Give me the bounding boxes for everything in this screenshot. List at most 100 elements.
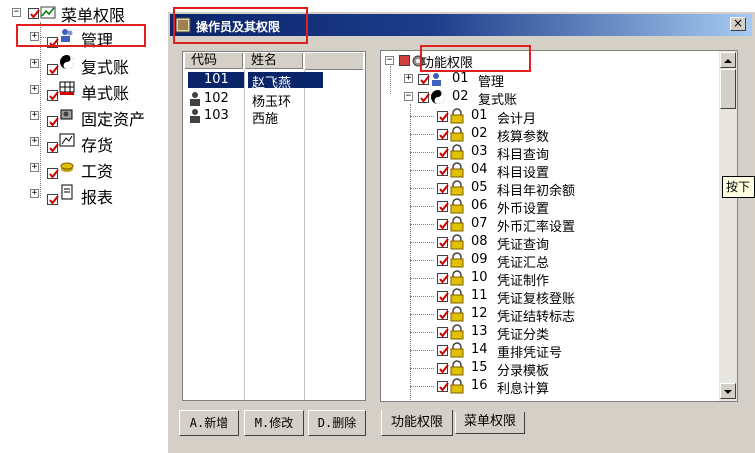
tooltip-fragment: 按下 xyxy=(722,176,755,198)
function-row[interactable]: 10 凭证制作 xyxy=(381,269,711,289)
function-row[interactable]: 03 科目查询 xyxy=(381,143,711,163)
tab-menu-permissions[interactable]: 菜单权限 xyxy=(455,412,525,434)
tab-function-permissions[interactable]: 功能权限 xyxy=(381,410,453,436)
lock-icon xyxy=(450,180,464,196)
function-row[interactable]: 12 凭证结转标志 xyxy=(381,305,711,325)
menu-item-single-entry[interactable]: 单式账 xyxy=(81,80,129,104)
function-row[interactable]: 01 会计月 xyxy=(381,107,711,127)
yin-yang-icon xyxy=(60,55,74,69)
function-row[interactable]: 16 利息计算 xyxy=(381,377,711,397)
lock-icon xyxy=(450,270,464,286)
function-row[interactable]: 13 凭证分类 xyxy=(381,323,711,343)
tree-expander[interactable]: + xyxy=(30,137,39,146)
function-row[interactable]: 07 外币汇率设置 xyxy=(381,215,711,235)
menu-item-inventory[interactable]: 存货 xyxy=(81,132,113,156)
scroll-thumb[interactable] xyxy=(720,69,736,109)
function-row[interactable]: 15 分录模板 xyxy=(381,359,711,379)
function-checkbox[interactable] xyxy=(437,183,449,194)
scroll-up-button[interactable] xyxy=(720,52,736,68)
function-code: 01 xyxy=(471,108,488,123)
tree-expander[interactable]: + xyxy=(30,111,39,120)
lock-icon xyxy=(450,288,464,304)
function-row[interactable]: 02 核算参数 xyxy=(381,125,711,145)
tree-checkbox[interactable] xyxy=(47,90,59,101)
function-code: 07 xyxy=(471,216,488,231)
function-checkbox[interactable] xyxy=(437,201,449,212)
tree-checkbox[interactable] xyxy=(47,64,59,75)
vertical-scrollbar[interactable] xyxy=(719,51,737,401)
function-checkbox[interactable] xyxy=(437,381,449,392)
edit-button[interactable]: M.修改 xyxy=(244,410,304,436)
function-row[interactable]: 09 凭证汇总 xyxy=(381,251,711,271)
function-checkbox[interactable] xyxy=(437,219,449,230)
add-button[interactable]: A.新增 xyxy=(179,410,239,436)
tree-expander[interactable]: + xyxy=(404,74,413,83)
table-row[interactable]: 101 赵飞燕 xyxy=(186,71,358,91)
function-row[interactable]: 04 科目设置 xyxy=(381,161,711,181)
module-name[interactable]: 管理 xyxy=(478,71,504,90)
tree-connector xyxy=(40,22,41,198)
lock-icon xyxy=(450,324,464,340)
table-header-name[interactable]: 姓名 xyxy=(245,53,303,69)
function-row[interactable]: 14 重排凭证号 xyxy=(381,341,711,361)
function-checkbox[interactable] xyxy=(437,237,449,248)
tree-checkbox[interactable] xyxy=(47,142,59,153)
tree-expander[interactable]: + xyxy=(30,189,39,198)
menu-root-label: 菜单权限 xyxy=(61,6,126,25)
permission-tree-panel: − 功能权限 + 01 管理 − 02 复式账 01 会计月 02 核算参数 03 科目查… xyxy=(380,50,738,402)
table-header-code[interactable]: 代码 xyxy=(185,53,243,69)
tree-expander[interactable]: + xyxy=(30,163,39,172)
scroll-down-button[interactable] xyxy=(720,383,736,399)
function-checkbox[interactable] xyxy=(437,327,449,338)
perm-root-expander[interactable]: − xyxy=(385,56,394,65)
tree-checkbox[interactable] xyxy=(418,74,430,85)
function-code: 12 xyxy=(471,306,488,321)
root-expander[interactable]: − xyxy=(12,8,21,17)
arrow-up-icon xyxy=(724,59,732,63)
user-icon xyxy=(190,109,200,123)
function-checkbox[interactable] xyxy=(437,165,449,176)
function-row[interactable]: 05 科目年初余额 xyxy=(381,179,711,199)
tree-checkbox[interactable] xyxy=(47,194,59,205)
function-code: 10 xyxy=(471,270,488,285)
function-checkbox[interactable] xyxy=(437,291,449,302)
perm-root-checkbox[interactable] xyxy=(399,55,410,66)
yin-yang-icon xyxy=(431,90,445,104)
function-row[interactable]: 06 外币设置 xyxy=(381,197,711,217)
menu-root-icon xyxy=(40,6,56,19)
function-code: 11 xyxy=(471,288,488,303)
function-checkbox[interactable] xyxy=(437,363,449,374)
tree-expander[interactable]: + xyxy=(30,85,39,94)
tree-checkbox[interactable] xyxy=(418,92,430,103)
root-checkbox[interactable] xyxy=(28,8,40,19)
lock-icon xyxy=(450,234,464,250)
close-button[interactable]: × xyxy=(730,17,746,31)
menu-item-reports[interactable]: 报表 xyxy=(81,184,113,208)
menu-item-fixed-assets[interactable]: 固定资产 xyxy=(81,106,145,130)
menu-item-salary[interactable]: 工资 xyxy=(81,158,113,182)
table-row[interactable]: 103 西施 xyxy=(186,107,358,127)
row-name: 赵飞燕 xyxy=(252,76,292,91)
function-checkbox[interactable] xyxy=(437,147,449,158)
function-name[interactable]: 利息计算 xyxy=(497,378,549,397)
module-name[interactable]: 复式账 xyxy=(478,89,517,108)
delete-button[interactable]: D.删除 xyxy=(308,410,366,436)
function-checkbox[interactable] xyxy=(437,345,449,356)
function-code: 04 xyxy=(471,162,488,177)
function-checkbox[interactable] xyxy=(437,255,449,266)
function-checkbox[interactable] xyxy=(437,309,449,320)
menu-item-double-entry[interactable]: 复式账 xyxy=(81,54,129,78)
function-row[interactable]: 08 凭证查询 xyxy=(381,233,711,253)
function-row[interactable]: 11 凭证复核登账 xyxy=(381,287,711,307)
tree-expander[interactable]: − xyxy=(404,92,413,101)
tree-checkbox[interactable] xyxy=(47,116,59,127)
function-checkbox[interactable] xyxy=(437,273,449,284)
function-code: 16 xyxy=(471,378,488,393)
tree-checkbox[interactable] xyxy=(47,168,59,179)
tree-expander[interactable]: + xyxy=(30,59,39,68)
tree-connector xyxy=(390,66,391,94)
asset-icon xyxy=(60,109,73,120)
table-row[interactable]: 102 杨玉环 xyxy=(186,90,358,110)
function-checkbox[interactable] xyxy=(437,129,449,140)
function-checkbox[interactable] xyxy=(437,111,449,122)
